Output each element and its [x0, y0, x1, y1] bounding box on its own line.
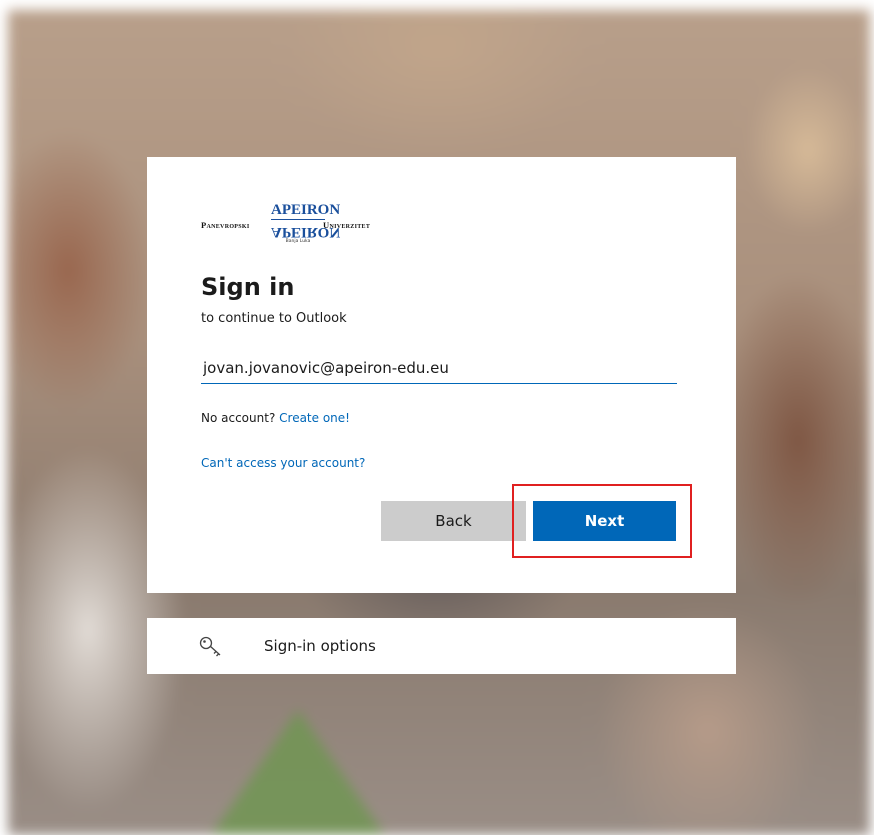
sign-in-options-bar[interactable]: Sign-in options	[147, 618, 736, 674]
create-account-link[interactable]: Create one!	[279, 411, 350, 425]
sign-in-options-label: Sign-in options	[264, 637, 376, 655]
logo-right-text: Univerzitet	[323, 220, 371, 230]
highlight-box	[512, 484, 692, 558]
page-title: Sign in	[201, 273, 295, 301]
key-icon	[199, 636, 225, 658]
logo-top-text: APEIRON	[271, 202, 341, 220]
logo-left-text: Panevropski	[201, 220, 250, 230]
university-logo: Panevropski APEIRON APEIRON Banja Luka U…	[201, 197, 481, 257]
background-shape	[208, 710, 388, 835]
no-account-text: No account? Create one!	[201, 411, 350, 425]
email-field[interactable]	[201, 353, 677, 384]
logo-emblem: APEIRON APEIRON Banja Luka	[271, 201, 341, 244]
back-button[interactable]: Back	[381, 501, 526, 541]
no-account-label: No account?	[201, 411, 276, 425]
page-subtitle: to continue to Outlook	[201, 311, 347, 326]
cant-access-row: Can't access your account?	[201, 456, 365, 470]
sign-in-card: Panevropski APEIRON APEIRON Banja Luka U…	[147, 157, 736, 593]
cant-access-link[interactable]: Can't access your account?	[201, 456, 365, 470]
